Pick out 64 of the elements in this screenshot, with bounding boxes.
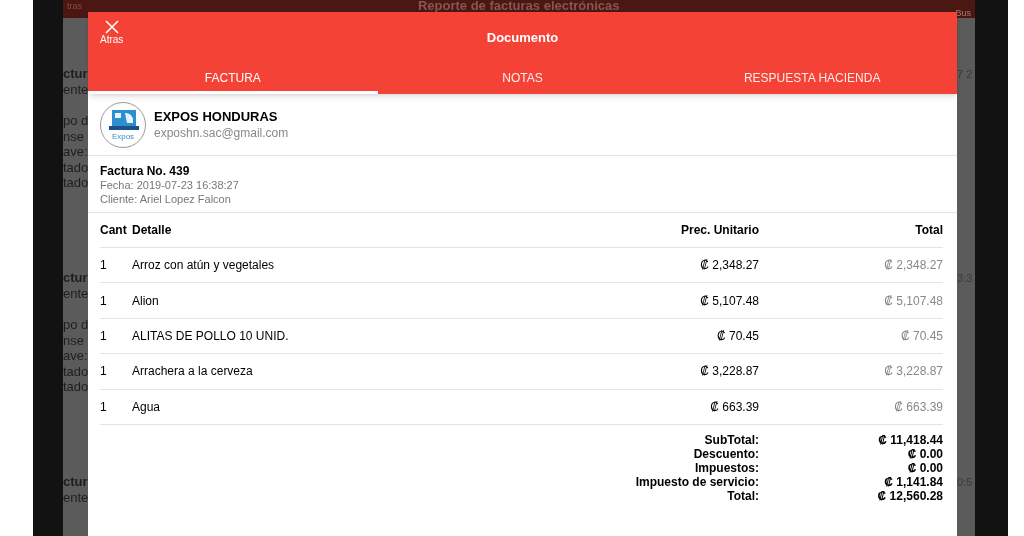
company-email: exposhn.sac@gmail.com <box>154 124 289 141</box>
table-cell-text: ₡ 5,107.48 <box>883 292 943 310</box>
invoice-client: Cliente: Ariel Lopez Falcon <box>100 192 232 206</box>
table-cell-text: 1 <box>100 292 108 310</box>
tab[interactable]: RESPUESTA HACIENDA <box>667 64 957 94</box>
logo-text: Expos <box>110 130 136 143</box>
company-name: EXPOS HONDURAS <box>154 108 279 125</box>
table-cell-text: Arrachera a la cerveza <box>132 363 254 381</box>
background-text: ente <box>63 489 88 505</box>
background-text: ave: <box>63 144 88 160</box>
background-text: tado <box>63 175 88 191</box>
background-text: ente <box>63 81 88 97</box>
table-cell-text: 1 <box>100 257 108 275</box>
table-cell-text: 1 <box>100 327 108 345</box>
background-text: tado <box>63 159 88 175</box>
total-value: ₡ 1,141.84 <box>883 474 943 489</box>
column-header: Detalle <box>132 222 173 239</box>
background-text: tado <box>63 379 88 395</box>
column-header: Cant <box>100 222 128 239</box>
background-text: ente <box>63 285 88 301</box>
table-cell-text: Alion <box>132 292 160 310</box>
background-text: nse <box>63 332 85 348</box>
background-text: po d <box>63 113 88 129</box>
close-button[interactable]: Atras <box>100 20 124 45</box>
table-cell-text: ₡ 663.39 <box>709 398 759 416</box>
total-label: Impuesto de servicio: <box>634 474 759 489</box>
table-cell-text: Agua <box>132 398 162 416</box>
table-cell-text: ₡ 3,228.87 <box>699 363 759 381</box>
invoice-date: Fecha: 2019-07-23 16:38:27 <box>100 178 240 192</box>
table-cell-text: ₡ 70.45 <box>899 327 943 345</box>
total-label: Descuento: <box>692 446 759 461</box>
total-value: ₡ 12,560.28 <box>876 488 943 503</box>
column-header: Total <box>914 222 943 239</box>
total-label: SubTotal: <box>703 432 759 447</box>
total-label: Impuestos: <box>694 460 759 475</box>
dialog-title: Documento <box>486 29 559 48</box>
invoice-number: Factura No. 439 <box>100 164 191 178</box>
table-cell-text: 1 <box>100 398 108 416</box>
background-text: ctur <box>63 474 88 490</box>
table-cell-text: ₡ 663.39 <box>893 398 943 416</box>
table-cell-text: ₡ 2,348.27 <box>883 257 943 275</box>
table-cell-text: ₡ 70.45 <box>715 327 759 345</box>
column-header: Prec. Unitario <box>679 222 759 239</box>
table-cell-text: Arroz con atún y vegetales <box>132 257 276 275</box>
background-text: ctur <box>63 270 88 286</box>
background-text: nse <box>63 128 85 144</box>
table-cell-text: 1 <box>100 363 108 381</box>
background-text: ctur <box>63 66 88 82</box>
total-label: Total: <box>726 488 759 503</box>
table-cell-text: ₡ 5,107.48 <box>699 292 759 310</box>
tab[interactable]: FACTURA <box>88 64 378 94</box>
background-text: tado <box>63 363 88 379</box>
table-cell-text: ₡ 3,228.87 <box>883 363 943 381</box>
total-value: ₡ 11,418.44 <box>877 432 943 447</box>
tab[interactable]: NOTAS <box>377 64 668 94</box>
laptop-icon <box>109 108 139 131</box>
background-text: po d <box>63 317 88 333</box>
background-title: Reporte de facturas electrónicas <box>417 0 620 12</box>
table-cell-text: ALITAS DE POLLO 10 UNID. <box>132 327 290 345</box>
background-text: ave: <box>63 348 88 364</box>
total-value: ₡ 0.00 <box>906 460 943 475</box>
table-cell-text: ₡ 2,348.27 <box>699 257 759 275</box>
total-value: ₡ 0.00 <box>906 446 943 461</box>
close-icon <box>104 20 119 34</box>
